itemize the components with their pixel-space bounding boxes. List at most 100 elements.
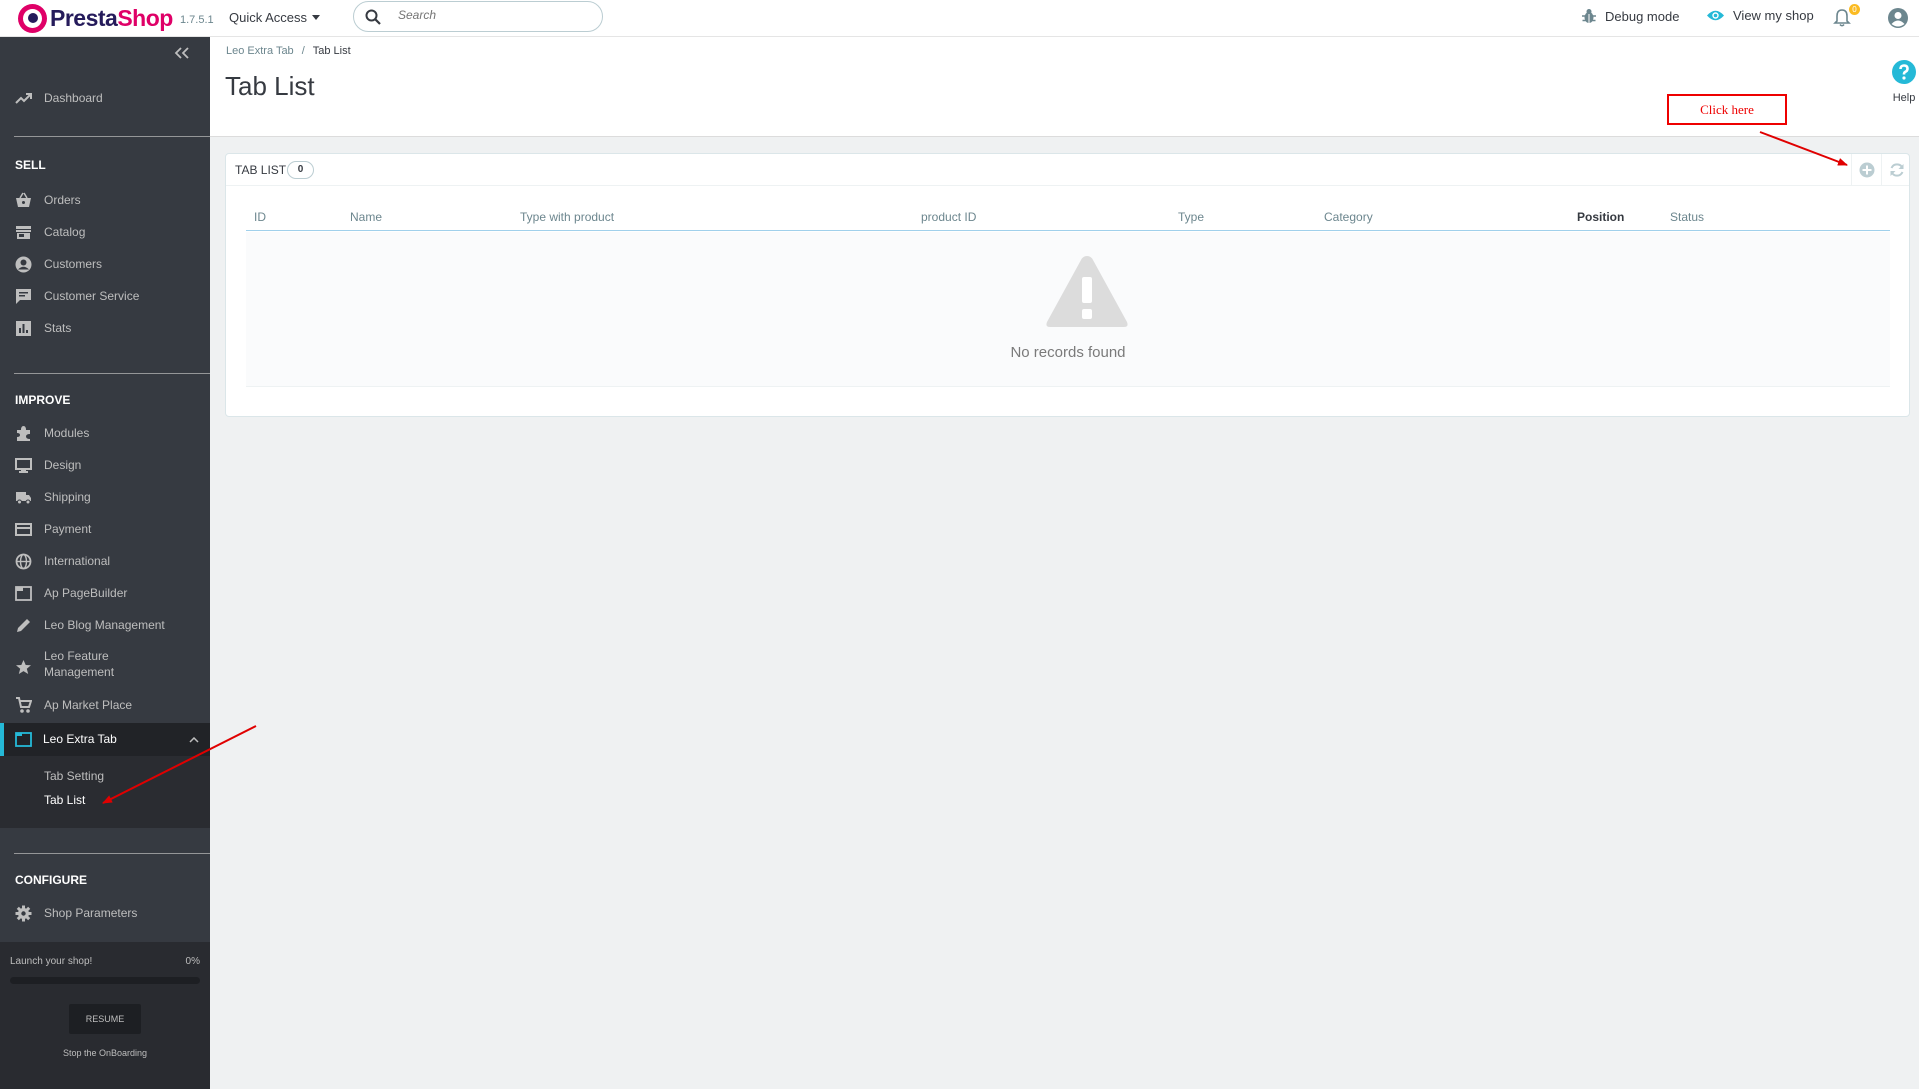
search-input[interactable] [398,8,588,22]
sidebar-item-label: Payment [44,522,92,536]
add-new-button[interactable] [1851,154,1880,186]
sidebar-subitem-tab-setting[interactable]: Tab Setting [44,769,104,783]
view-my-shop-link[interactable]: View my shop [1706,8,1814,23]
help-icon [1892,60,1916,84]
section-title-configure: CONFIGURE [15,873,87,887]
column-header-product-id[interactable]: product ID [921,210,976,224]
panel-title: TAB LIST [235,163,287,177]
panel-heading: TAB LIST 0 [226,154,1909,186]
desktop-icon [15,457,32,473]
sidebar-item-shop-parameters[interactable]: Shop Parameters [0,903,210,923]
trending-up-icon [15,92,32,104]
sidebar-item-label: Design [44,458,82,472]
gear-icon [15,905,32,921]
refresh-icon [1890,163,1904,177]
pencil-icon [17,618,30,632]
chat-icon [16,288,31,304]
globe-icon [15,553,32,569]
column-header-category[interactable]: Category [1324,210,1373,224]
eye-icon [1707,10,1724,21]
sidebar-item-international[interactable]: International [0,551,210,571]
chevron-up-icon [189,737,199,743]
debug-mode-label: Debug mode [1605,8,1680,24]
column-header-position[interactable]: Position [1577,210,1624,224]
notifications-count-badge: 0 [1849,4,1860,15]
account-circle-icon [15,256,32,272]
sidebar-item-customer-service[interactable]: Customer Service [0,286,210,306]
sidebar-item-ap-market-place[interactable]: Ap Market Place [0,695,210,715]
search-icon[interactable] [365,9,381,25]
sidebar-item-label: Leo Blog Management [44,618,165,632]
column-header-type[interactable]: Type [1178,210,1204,224]
sidebar: Dashboard SELL Orders Catalog Customers … [0,37,210,1089]
sidebar-item-label: International [44,554,111,568]
page-header: Leo Extra Tab / Tab List Tab List Help [210,37,1919,137]
sidebar-item-label: Orders [44,193,81,207]
column-header-type-with-product[interactable]: Type with product [520,210,614,224]
user-avatar-icon[interactable] [1888,8,1908,28]
sidebar-subitem-tab-list[interactable]: Tab List [44,793,85,807]
sidebar-item-design[interactable]: Design [0,455,210,475]
breadcrumb-current: Tab List [312,45,351,57]
empty-state: No records found [246,232,1890,387]
sidebar-item-label: Ap PageBuilder [44,586,128,600]
column-header-id[interactable]: ID [254,210,266,224]
sidebar-item-dashboard[interactable]: Dashboard [0,88,210,108]
bug-icon [1582,9,1596,23]
sidebar-item-label: Dashboard [44,91,103,105]
sidebar-item-customers[interactable]: Customers [0,254,210,274]
prestashop-logo[interactable]: PrestaShop [18,4,173,33]
column-header-name[interactable]: Name [350,210,382,224]
column-header-status[interactable]: Status [1670,210,1704,224]
sidebar-item-modules[interactable]: Modules [0,423,210,443]
quick-access-label: Quick Access [229,10,308,25]
sidebar-item-leo-extra-tab[interactable]: Leo Extra Tab [0,723,210,756]
breadcrumb: Leo Extra Tab / Tab List [226,45,351,57]
credit-card-icon [15,522,32,536]
shopping-cart-icon [16,696,32,713]
sidebar-item-label: Customers [44,257,103,271]
sidebar-item-catalog[interactable]: Catalog [0,222,210,242]
plus-circle-icon [1859,162,1875,178]
sidebar-divider [14,373,210,374]
resume-button[interactable]: RESUME [69,1004,141,1034]
onboarding-widget: Launch your shop! 0% RESUME Stop the OnB… [0,942,210,1089]
truck-icon [16,491,31,504]
bar-chart-icon [16,320,31,336]
quick-access-dropdown[interactable]: Quick Access [229,10,321,25]
tab-list-panel: TAB LIST 0 ID Name Type with product pro… [225,153,1910,417]
sidebar-item-label: Catalog [44,225,86,239]
sidebar-item-label: Leo Feature Management [44,649,115,679]
section-title-sell: SELL [15,158,46,172]
shopping-basket-icon [16,192,31,207]
tab-window-icon [15,732,32,747]
caret-down-icon [312,15,321,20]
sidebar-divider [14,853,210,854]
view-my-shop-label: View my shop [1733,8,1814,23]
breadcrumb-item[interactable]: Leo Extra Tab [226,45,294,57]
version-label: 1.7.5.1 [180,14,214,26]
table-header: ID Name Type with product product ID Typ… [246,206,1890,231]
refresh-list-button[interactable] [1881,154,1910,186]
sidebar-divider [14,136,210,137]
sidebar-item-ap-pagebuilder[interactable]: Ap PageBuilder [0,583,210,603]
help-label: Help [1892,92,1916,104]
collapse-menu-icon[interactable] [174,47,190,59]
top-header: PrestaShop 1.7.5.1 Quick Access Debug mo… [0,0,1919,37]
puzzle-icon [17,425,30,441]
warning-icon [1046,256,1128,327]
sidebar-item-leo-blog[interactable]: Leo Blog Management [0,615,210,635]
stop-onboarding-link[interactable]: Stop the OnBoarding [0,1048,210,1058]
debug-mode-link[interactable]: Debug mode [1581,8,1679,24]
store-icon [16,225,31,239]
sidebar-item-payment[interactable]: Payment [0,519,210,539]
sidebar-item-label: Shipping [44,490,91,504]
sidebar-item-stats[interactable]: Stats [0,318,210,338]
sidebar-item-label: Modules [44,426,90,440]
help-button[interactable]: Help [1874,60,1919,104]
onboarding-progress-bar [10,977,200,984]
sidebar-item-leo-feature[interactable]: Leo Feature Management [0,647,210,683]
sidebar-item-orders[interactable]: Orders [0,190,210,210]
sidebar-item-label: Stats [44,321,72,335]
sidebar-item-shipping[interactable]: Shipping [0,487,210,507]
